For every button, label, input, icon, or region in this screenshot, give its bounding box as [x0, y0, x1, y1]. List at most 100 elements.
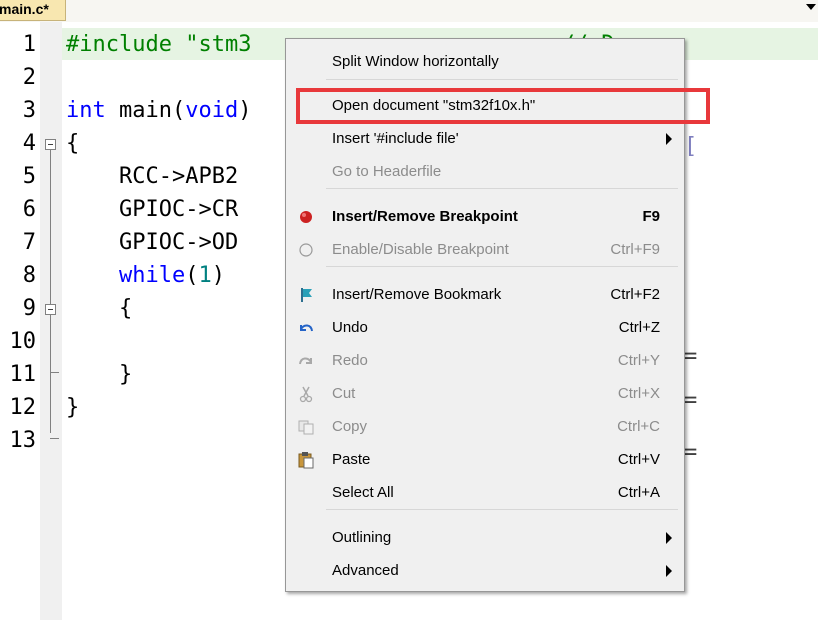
breakpoint-icon: [297, 208, 315, 226]
chevron-down-icon[interactable]: [806, 4, 816, 10]
code-line-5[interactable]: RCC->APB2: [66, 160, 238, 193]
menu-item-shortcut: Ctrl+F9: [610, 241, 660, 258]
menu-item-outlining[interactable]: Outlining: [286, 521, 684, 554]
menu-item-copy[interactable]: Copy Ctrl+C: [286, 410, 684, 443]
fold-end-marker: [50, 438, 59, 439]
menu-item-label: Outlining: [332, 529, 392, 546]
menu-item-select-all[interactable]: Select All Ctrl+A: [286, 476, 684, 509]
cut-icon: [297, 385, 315, 403]
tab-strip: main.c*: [0, 0, 818, 23]
code-line-8[interactable]: while(1): [66, 259, 225, 292]
menu-item-insert-remove-breakpoint[interactable]: Insert/Remove Breakpoint F9: [286, 200, 684, 233]
submenu-arrow-icon: [666, 565, 672, 577]
menu-item-enable-disable-breakpoint[interactable]: Enable/Disable Breakpoint Ctrl+F9: [286, 233, 684, 266]
fold-margin: [40, 22, 62, 620]
keyword-void: void: [185, 98, 239, 123]
line-number: 8: [22, 263, 36, 288]
line-number: 6: [22, 197, 36, 222]
menu-item-split-window-horizontally[interactable]: Split Window horizontally: [286, 45, 684, 78]
menu-item-shortcut: Ctrl+A: [617, 484, 660, 501]
menu-item-insert-include-file[interactable]: Insert '#include file': [286, 122, 684, 155]
line-number: 12: [9, 395, 37, 420]
code-fragment: =: [684, 440, 698, 465]
menu-item-shortcut: F9: [642, 208, 660, 225]
submenu-arrow-icon: [666, 133, 672, 145]
menu-separator: [326, 266, 678, 267]
line-number: 2: [22, 65, 36, 90]
menu-item-label: Split Window horizontally: [332, 53, 499, 70]
preprocessor-directive: #include: [66, 32, 172, 57]
code-line-4[interactable]: {: [66, 127, 79, 160]
menu-item-insert-remove-bookmark[interactable]: Insert/Remove Bookmark Ctrl+F2: [286, 278, 684, 311]
menu-item-shortcut: Ctrl+F2: [610, 286, 660, 303]
paste-icon: [297, 451, 315, 469]
menu-separator: [326, 509, 678, 510]
menu-item-label: Insert/Remove Breakpoint: [332, 208, 518, 225]
breakpoint-disabled-icon: [297, 241, 315, 259]
include-file: "stm3: [185, 32, 252, 57]
undo-icon: [297, 319, 315, 337]
code-line-3[interactable]: int main(void): [66, 94, 251, 127]
copy-icon: [297, 418, 315, 436]
bookmark-icon: [297, 286, 315, 304]
fold-guide: [50, 150, 51, 433]
menu-separator: [326, 79, 678, 80]
menu-item-shortcut: Ctrl+Y: [617, 352, 660, 369]
code-line-12[interactable]: }: [66, 391, 79, 424]
redo-icon: [297, 352, 315, 370]
submenu-arrow-icon: [666, 532, 672, 544]
line-number: 11: [9, 362, 37, 387]
line-number: 13: [9, 428, 37, 453]
line-number: 3: [22, 98, 36, 123]
code-line-9[interactable]: {: [66, 292, 132, 325]
line-number: 7: [22, 230, 36, 255]
menu-item-shortcut: Ctrl+Z: [618, 319, 660, 336]
function-name: main(: [105, 98, 186, 123]
menu-item-go-to-headerfile[interactable]: Go to Headerfile: [286, 155, 684, 188]
code-fragment: =: [684, 344, 698, 369]
line-number: 10: [9, 329, 37, 354]
menu-item-paste[interactable]: Paste Ctrl+V: [286, 443, 684, 476]
tab-main-c[interactable]: main.c*: [0, 0, 66, 21]
keyword-int: int: [66, 98, 106, 123]
menu-item-shortcut: Ctrl+X: [617, 385, 660, 402]
menu-item-advanced[interactable]: Advanced: [286, 554, 684, 587]
menu-item-cut[interactable]: Cut Ctrl+X: [286, 377, 684, 410]
fold-toggle-icon[interactable]: [45, 304, 56, 315]
paren: ): [238, 98, 252, 123]
menu-item-label: Redo: [332, 352, 368, 369]
code-fragment: =: [684, 388, 698, 413]
menu-item-label: Insert '#include file': [332, 130, 459, 147]
line-number: 9: [22, 296, 36, 321]
menu-item-shortcut: Ctrl+C: [617, 418, 660, 435]
menu-item-label: Undo: [332, 319, 368, 336]
menu-item-redo[interactable]: Redo Ctrl+Y: [286, 344, 684, 377]
number-literal: 1: [198, 263, 212, 288]
fold-toggle-icon[interactable]: [45, 139, 56, 150]
menu-item-label: Cut: [332, 385, 356, 402]
menu-item-label: Enable/Disable Breakpoint: [332, 241, 509, 258]
tab-label: main.c*: [0, 1, 49, 17]
paren: (: [185, 263, 199, 288]
paren: ): [211, 263, 225, 288]
fold-end-marker: [50, 372, 59, 373]
keyword-while: while: [118, 263, 186, 288]
code-line-6[interactable]: GPIOC->CR: [66, 193, 238, 226]
menu-item-shortcut: Ctrl+V: [617, 451, 660, 468]
menu-item-label: Insert/Remove Bookmark: [332, 286, 502, 303]
menu-item-label: Paste: [332, 451, 371, 468]
code-line-7[interactable]: GPIOC->OD: [66, 226, 238, 259]
code-fragment: [: [684, 134, 698, 159]
line-number: 5: [22, 164, 36, 189]
menu-item-label: Go to Headerfile: [332, 163, 442, 180]
menu-item-label: Copy: [332, 418, 368, 435]
line-number: 4: [22, 131, 36, 156]
annotation-highlight: [296, 88, 710, 124]
menu-item-undo[interactable]: Undo Ctrl+Z: [286, 311, 684, 344]
menu-item-label: Select All: [332, 484, 394, 501]
code-line-11[interactable]: }: [66, 358, 132, 391]
menu-separator: [326, 188, 678, 189]
line-number: 1: [22, 32, 36, 57]
menu-item-label: Advanced: [332, 562, 399, 579]
